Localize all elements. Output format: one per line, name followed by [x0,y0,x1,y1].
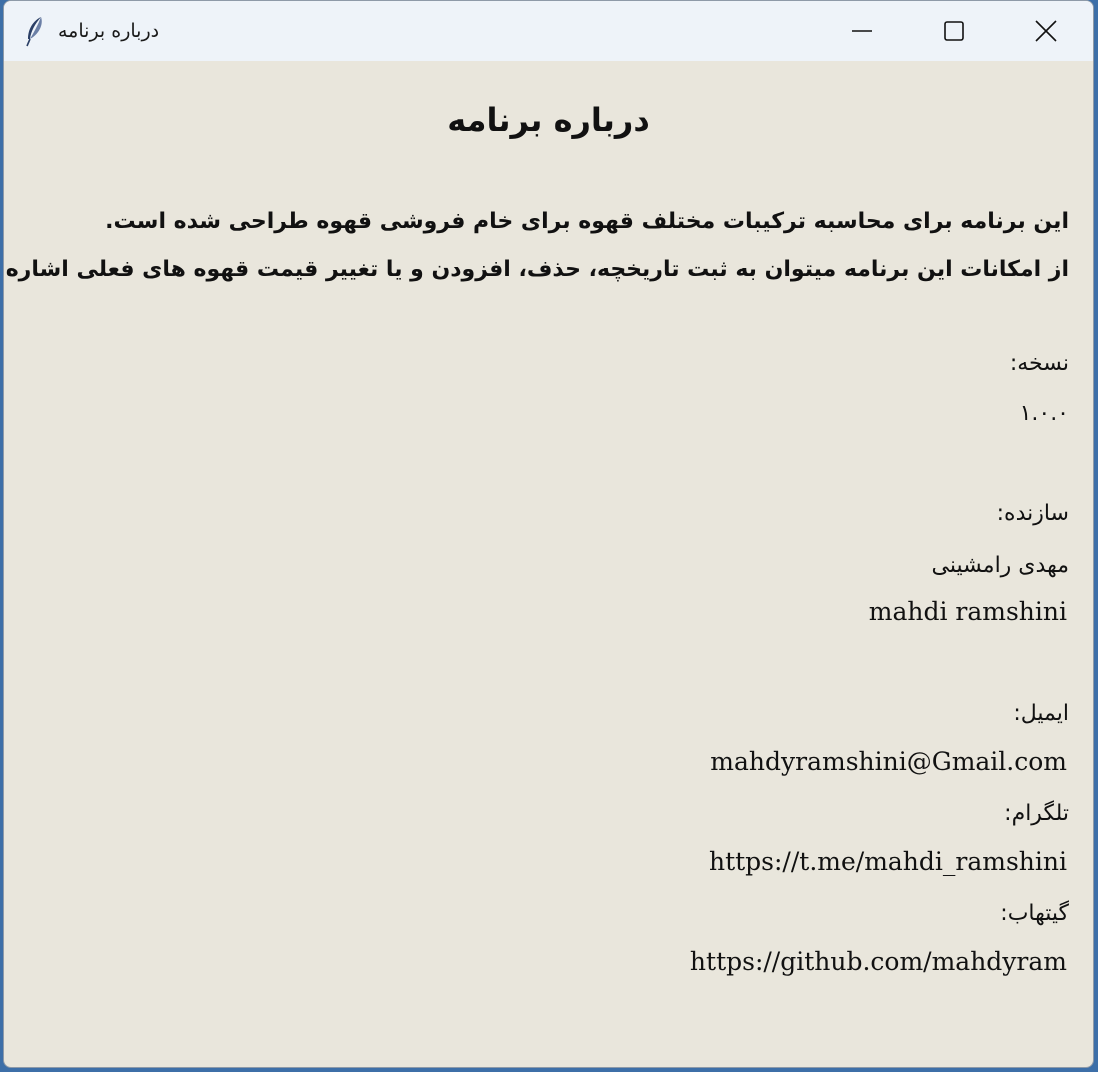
telegram-label: تلگرام: [1004,801,1069,826]
minimize-button[interactable] [816,1,908,61]
version-label: نسخه: [1009,351,1069,376]
email-label: ایمیل: [1013,701,1069,726]
version-value: ۱.۰.۰ [1019,401,1069,426]
close-icon [1035,20,1057,42]
feather-icon [26,17,42,47]
about-window: درباره برنامه درباره برنامه این برنامه ب… [3,0,1094,1068]
author-label: سازنده: [996,501,1069,526]
email-value: mahdyramshini@Gmail.com [710,747,1067,776]
close-button[interactable] [1000,1,1092,61]
description-line-1: این برنامه برای محاسبه ترکیبات مختلف قهو… [105,209,1069,234]
maximize-button[interactable] [908,1,1000,61]
window-title: درباره برنامه [58,20,160,42]
telegram-link: https://t.me/mahdi_ramshini [708,847,1067,876]
title-bar[interactable]: درباره برنامه [4,1,1093,61]
author-name-en: mahdi ramshini [868,597,1067,626]
about-content: درباره برنامه این برنامه برای محاسبه ترک… [4,61,1093,1067]
author-name-fa: مهدی رامشینی [931,553,1069,578]
maximize-icon [944,21,964,41]
github-label: گیتهاب: [1000,901,1069,926]
github-link: https://github.com/mahdyram [689,947,1067,976]
description-line-2: از امکانات این برنامه میتوان به ثبت تاری… [3,257,1069,282]
page-title: درباره برنامه [447,101,650,139]
minimize-icon [852,30,872,32]
